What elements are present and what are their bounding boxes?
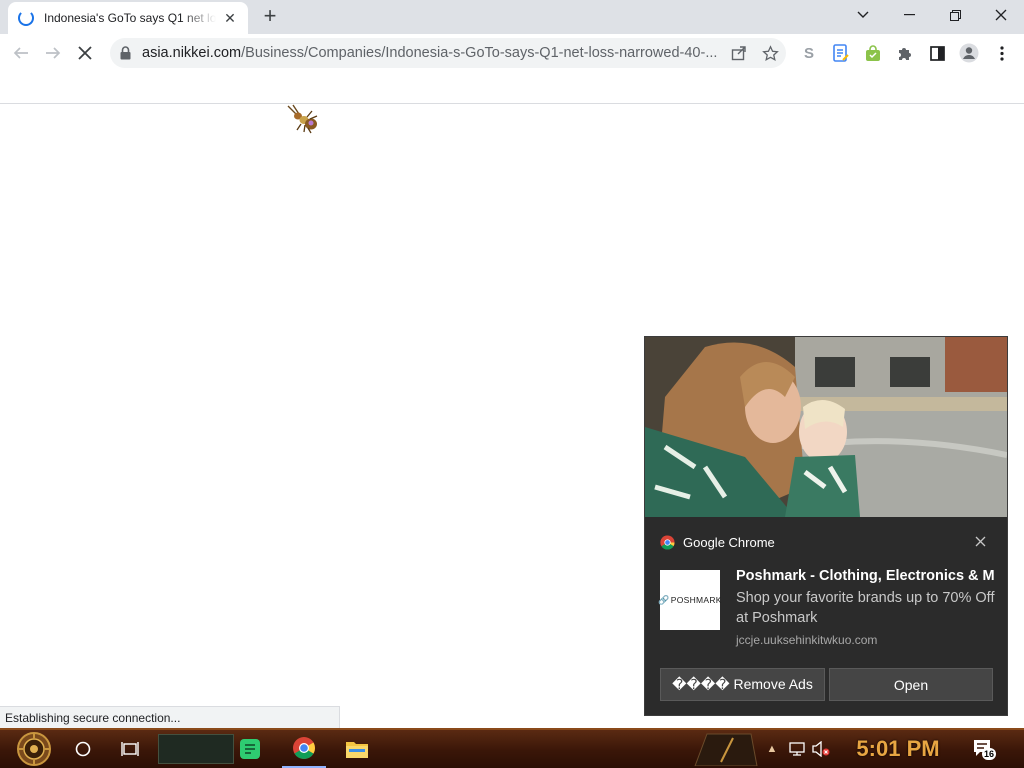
gauge-icon: [694, 733, 758, 766]
more-vert-icon: [1000, 45, 1004, 61]
task-view-button[interactable]: [112, 730, 148, 768]
ant-cursor-icon: [287, 104, 318, 134]
task-view-icon: [121, 742, 139, 756]
extension-shopping-button[interactable]: [862, 42, 884, 64]
notification-header: Google Chrome: [660, 535, 775, 550]
s-extension-icon: S: [803, 44, 814, 62]
taskbar: ▲ 5:01 PM 16: [0, 728, 1024, 768]
notification-logo: 🔗 POSHMARK: [658, 570, 722, 630]
folder-icon: [346, 742, 368, 758]
notification-source: jccje.uuksehinkitwkuo.com: [736, 633, 878, 647]
close-icon: [975, 536, 985, 547]
notes-extension-icon: [833, 44, 849, 62]
notification-title: Poshmark - Clothing, Electronics & M: [736, 568, 995, 584]
start-button[interactable]: [8, 730, 60, 768]
taskbar-clock[interactable]: 5:01 PM: [846, 734, 950, 764]
close-icon: [995, 9, 1007, 21]
volume-button[interactable]: [810, 730, 832, 768]
restore-icon: [949, 9, 961, 21]
chrome-icon: [293, 737, 315, 759]
notification-count-badge: 16: [982, 748, 997, 760]
notification-app-name: Google Chrome: [683, 535, 775, 550]
remove-ads-button[interactable]: ���� Remove Ads: [660, 668, 825, 701]
bookmark-button[interactable]: [759, 42, 781, 64]
profile-button[interactable]: [958, 42, 980, 64]
notification-close-button[interactable]: [971, 533, 989, 551]
circle-icon: [75, 741, 91, 757]
address-bar[interactable]: asia.nikkei.com/Business/Companies/Indon…: [110, 38, 786, 68]
url-text[interactable]: asia.nikkei.com/Business/Companies/Indon…: [142, 45, 734, 61]
puzzle-icon: [899, 48, 911, 60]
avatar-icon: [959, 43, 979, 63]
steampunk-start-icon: [17, 732, 51, 766]
taskbar-notes-app[interactable]: [228, 730, 272, 768]
link-icon: 🔗: [658, 594, 670, 605]
taskbar-search-box[interactable]: [158, 734, 234, 764]
tab-search-button[interactable]: [840, 0, 886, 30]
chevron-down-icon: [857, 11, 869, 18]
stop-button[interactable]: [74, 42, 96, 64]
spinner-icon: [18, 10, 34, 26]
side-panel-icon: [929, 45, 945, 61]
shopping-bag-icon: [866, 44, 880, 61]
toolbar: asia.nikkei.com/Business/Companies/Indon…: [0, 34, 1024, 72]
taskbar-file-explorer[interactable]: [335, 730, 379, 768]
side-panel-button[interactable]: [926, 42, 948, 64]
tab-close-icon[interactable]: ✕: [222, 10, 238, 27]
network-button[interactable]: [786, 730, 808, 768]
chevron-up-icon: ▲: [766, 743, 778, 755]
forward-button[interactable]: [42, 42, 64, 64]
cortana-button[interactable]: [66, 730, 100, 768]
hero-photo: [645, 337, 1007, 517]
extension-notes-button[interactable]: [830, 42, 852, 64]
notification-toast[interactable]: Google Chrome 🔗 POSHMARK Poshmark - Cloth…: [644, 336, 1008, 716]
share-button[interactable]: [728, 42, 750, 64]
arrow-right-icon: [46, 47, 61, 59]
notification-logo-text: POSHMARK: [670, 595, 722, 605]
open-button[interactable]: Open: [829, 668, 993, 701]
lock-icon: [120, 46, 131, 60]
star-icon: [761, 44, 779, 61]
chrome-icon: [660, 535, 675, 550]
taskbar-chrome-app[interactable]: [282, 730, 326, 768]
share-icon: [731, 46, 746, 61]
minimize-icon: [903, 14, 915, 16]
tab-active[interactable]: Indonesia's GoTo says Q1 net loss narrow…: [8, 2, 248, 34]
tray-overflow-button[interactable]: ▲: [762, 730, 782, 768]
notification-body: Shop your favorite brands up to 70% Off …: [736, 590, 995, 626]
close-icon: [78, 46, 92, 60]
extension-s-button[interactable]: S: [798, 42, 820, 64]
tab-strip: Indonesia's GoTo says Q1 net loss narrow…: [0, 0, 1024, 34]
network-icon: [789, 742, 805, 756]
window-close-button[interactable]: [978, 0, 1024, 30]
restore-button[interactable]: [932, 0, 978, 30]
notification-hero-image[interactable]: [645, 337, 1007, 517]
menu-button[interactable]: [991, 42, 1013, 64]
volume-muted-icon: [812, 741, 830, 757]
back-button[interactable]: [10, 42, 32, 64]
notes-app-icon: [240, 739, 260, 759]
extensions-button[interactable]: [894, 42, 916, 64]
steampunk-gauge-decor: [690, 730, 762, 768]
minimize-button[interactable]: [886, 0, 932, 30]
status-bubble: Establishing secure connection...: [0, 706, 340, 728]
new-tab-button[interactable]: +: [258, 5, 282, 29]
arrow-left-icon: [13, 47, 28, 59]
tab-title: Indonesia's GoTo says Q1 net loss narrow…: [44, 11, 216, 25]
screen: Indonesia's GoTo says Q1 net loss narrow…: [0, 0, 1024, 768]
action-center-button[interactable]: 16: [966, 730, 1002, 768]
